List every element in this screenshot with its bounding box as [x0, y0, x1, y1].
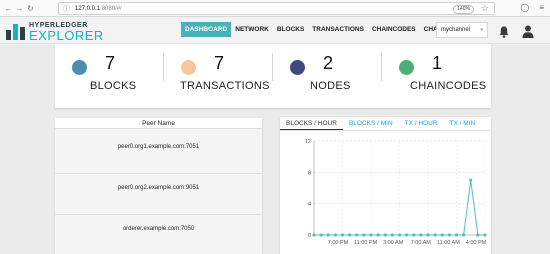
x-tick-label: 7:00 PM [328, 240, 349, 246]
url-path: :8080/#/ [100, 5, 122, 12]
handshake-icon [399, 60, 414, 75]
y-tick-label: 12 [305, 139, 311, 145]
chevron-down-icon: ▾ [480, 27, 483, 33]
divider [55, 214, 262, 215]
chart-tabs: BLOCKS / HOUR BLOCKS / MIN TX / HOUR TX … [280, 117, 481, 130]
channel-select[interactable]: mychannel ▾ [436, 22, 488, 38]
data-point [319, 233, 323, 237]
data-point [454, 233, 459, 237]
tab-tx-hour[interactable]: TX / HOUR [399, 117, 444, 130]
bookmark-star-icon[interactable]: ☆ [481, 3, 489, 14]
stat-value: 7 [105, 53, 116, 73]
peer-row: peer0.org1.example.com:7051 [117, 144, 200, 150]
tab-blocks-hour[interactable]: BLOCKS / HOUR [280, 117, 343, 130]
data-point [390, 233, 394, 237]
data-point [355, 233, 359, 237]
list-icon [181, 60, 196, 75]
stat-blocks: 7 BLOCKS [55, 50, 163, 92]
y-tick-label: 4 [308, 202, 311, 208]
peer-list-card: Peer Name peer0.org1.example.com:7051 pe… [55, 118, 262, 254]
cube-icon [72, 60, 87, 75]
data-point [362, 233, 366, 237]
y-tick-label: 0 [308, 233, 311, 239]
menu-icon[interactable]: ≡ [539, 3, 544, 12]
tab-tx-min[interactable]: TX / MIN [444, 117, 482, 130]
data-point [326, 233, 330, 237]
browser-toolbar: ← → ↻ ⓘ 127.0.0.1 :8080/#/ 140% ☆ ◯ ≡ [0, 0, 550, 17]
chart-card: BLOCKS / HOUR BLOCKS / MIN TX / HOUR TX … [280, 117, 491, 254]
data-point [340, 233, 345, 237]
shield-icon[interactable]: ◯ [520, 3, 529, 12]
app-header: HYPERLEDGER EXPLORER DASHBOARD NETWORK B… [0, 17, 550, 44]
forward-icon[interactable]: → [14, 4, 25, 13]
main-nav: DASHBOARD NETWORK BLOCKS TRANSACTIONS CH… [181, 22, 464, 37]
stats-card: 7 BLOCKS 7 TRANSACTIONS 2 NODES 1 CHAINC… [55, 44, 491, 108]
x-tick-label: 4:00 PM [466, 240, 487, 246]
data-point [369, 233, 373, 237]
data-point [476, 233, 480, 237]
data-point [312, 233, 316, 237]
address-bar[interactable]: ⓘ 127.0.0.1 :8080/#/ 140% ☆ [58, 2, 495, 15]
data-point [419, 233, 423, 237]
y-tick-label: 8 [308, 170, 311, 176]
users-icon [290, 60, 305, 75]
data-point [447, 233, 451, 237]
stat-label: CHAINCODES [410, 80, 487, 92]
nav-chaincodes[interactable]: CHAINCODES [368, 22, 420, 37]
stat-transactions: 7 TRANSACTIONS [164, 50, 272, 92]
logo[interactable]: HYPERLEDGER EXPLORER [6, 22, 104, 42]
data-point [376, 233, 380, 237]
dashboard-content: 7 BLOCKS 7 TRANSACTIONS 2 NODES 1 CHAINC… [0, 44, 550, 254]
zoom-indicator[interactable]: 140% [453, 5, 474, 14]
url-host: 127.0.0.1 [75, 5, 101, 12]
data-point [469, 178, 473, 182]
data-point [440, 233, 444, 237]
data-point [483, 233, 487, 237]
stat-value: 1 [432, 53, 443, 73]
data-point [426, 233, 430, 237]
x-tick-label: 11:00 PM [354, 240, 378, 246]
bell-icon[interactable] [499, 26, 509, 38]
data-point [333, 233, 337, 237]
peer-name-header: Peer Name [55, 118, 262, 129]
logo-mark-icon [6, 24, 25, 40]
data-point [383, 233, 387, 237]
stat-label: TRANSACTIONS [180, 80, 270, 92]
stat-value: 2 [323, 53, 334, 73]
tab-blocks-min[interactable]: BLOCKS / MIN [343, 117, 399, 130]
data-point [433, 233, 437, 237]
divider [55, 173, 262, 174]
x-tick-label: 3:00 AM [383, 240, 404, 246]
logo-subtitle: EXPLORER [29, 28, 104, 43]
stat-label: BLOCKS [90, 80, 137, 92]
nav-blocks[interactable]: BLOCKS [273, 22, 308, 37]
peer-row: peer0.org2.example.com:9051 [117, 185, 200, 191]
stat-value: 7 [214, 53, 225, 73]
channel-select-value: mychannel [441, 27, 471, 33]
user-icon[interactable] [522, 25, 534, 38]
nav-dashboard[interactable]: DASHBOARD [181, 22, 232, 37]
data-point [462, 233, 466, 237]
nav-network[interactable]: NETWORK [231, 22, 273, 37]
back-icon[interactable]: ← [3, 4, 14, 13]
data-point [412, 233, 416, 237]
peer-row: orderer.example.com:7050 [122, 226, 195, 232]
data-point [397, 233, 402, 237]
data-point [405, 233, 409, 237]
blocks-per-hour-chart: 0 4 8 12 7:00 PM 11:00 PM 3:00 AM 7:00 AM 11:00 … [305, 139, 487, 246]
data-point [348, 233, 352, 237]
site-info-icon[interactable]: ⓘ [63, 4, 70, 14]
nav-transactions[interactable]: TRANSACTIONS [308, 22, 368, 37]
x-tick-label: 7:00 AM [411, 240, 432, 246]
stat-label: NODES [310, 80, 351, 92]
stat-chaincodes: 1 CHAINCODES [382, 50, 490, 92]
reload-icon[interactable]: ↻ [25, 4, 36, 13]
stat-nodes: 2 NODES [273, 50, 381, 92]
x-tick-label: 11:00 AM [437, 240, 460, 246]
